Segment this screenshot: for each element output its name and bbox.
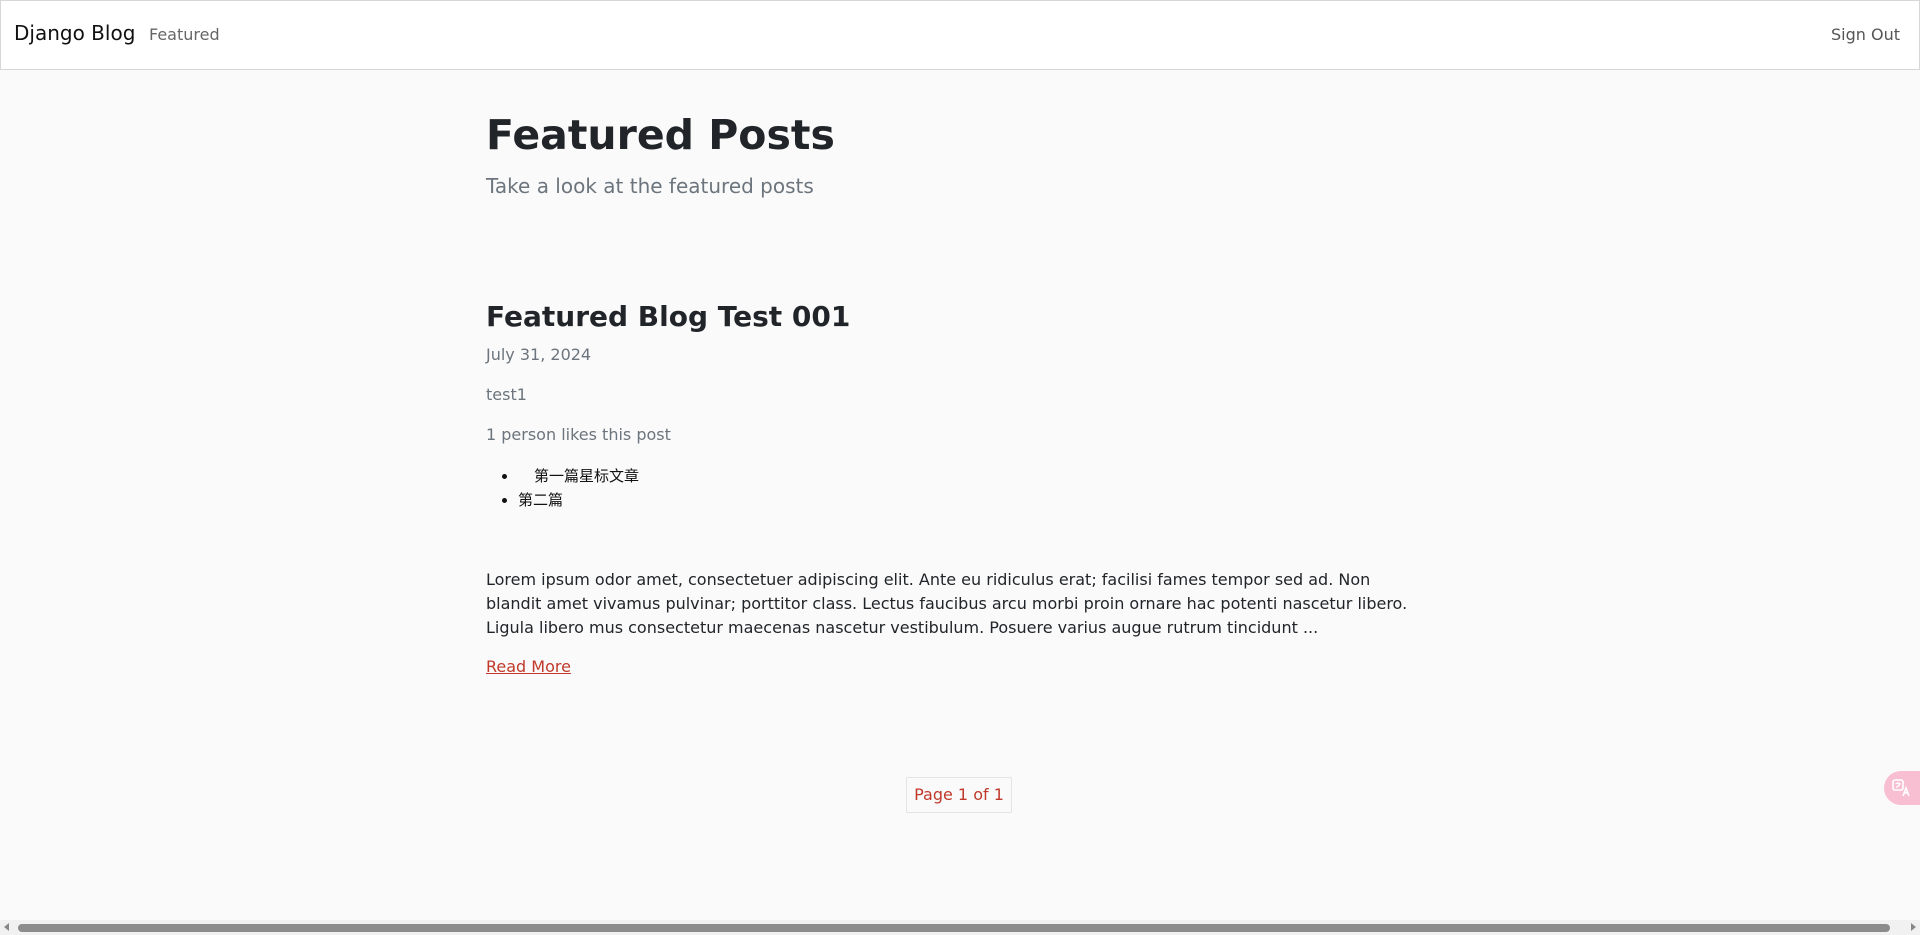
translate-icon (1892, 779, 1910, 797)
nav-link-featured[interactable]: Featured (149, 25, 220, 44)
sign-out-link[interactable]: Sign Out (1831, 25, 1900, 44)
post-excerpt: Lorem ipsum odor amet, consectetuer adip… (486, 570, 1408, 637)
category-label: 第二篇 (518, 491, 564, 509)
pagination-indicator: Page 1 of 1 (906, 777, 1012, 813)
post-likes: 1 person likes this post (486, 425, 671, 444)
page-title: Featured Posts (486, 111, 835, 159)
post-author: test1 (486, 385, 527, 404)
post-date: July 31, 2024 (486, 345, 592, 364)
brand-link[interactable]: Django Blog (14, 21, 135, 45)
scrollbar-thumb[interactable] (18, 924, 1890, 932)
top-navbar: Django Blog Featured Sign Out (0, 0, 1920, 70)
list-item: 第一篇星标文章 (518, 464, 639, 488)
post-title[interactable]: Featured Blog Test 001 (486, 300, 850, 334)
scroll-right-arrow-icon[interactable] (1911, 923, 1916, 931)
category-list: 第一篇星标文章 第二篇 (486, 464, 639, 512)
scroll-left-arrow-icon[interactable] (4, 923, 9, 931)
category-label: 第一篇星标文章 (534, 467, 640, 485)
read-more-link[interactable]: Read More (486, 657, 571, 676)
translate-widget[interactable] (1884, 771, 1920, 805)
horizontal-scrollbar[interactable] (0, 920, 1920, 935)
page-subtitle: Take a look at the featured posts (486, 174, 814, 198)
list-item: 第二篇 (518, 488, 639, 512)
